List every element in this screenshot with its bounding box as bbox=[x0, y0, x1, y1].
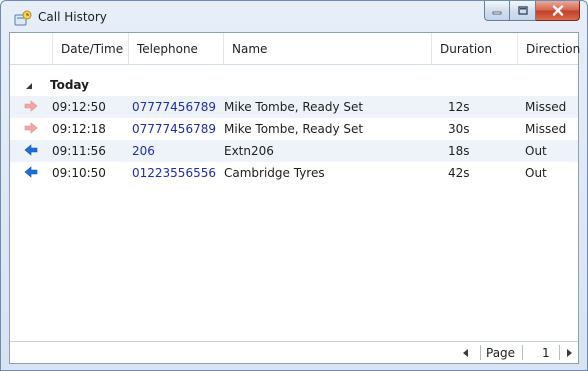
call-time: 09:11:56 bbox=[52, 144, 106, 158]
pager-divider bbox=[559, 345, 560, 360]
call-row[interactable]: 09:11:56 206 Extn206 18s Out bbox=[10, 140, 578, 162]
page-number: 1 bbox=[542, 346, 550, 360]
column-header-name[interactable]: Name bbox=[224, 33, 432, 65]
call-time: 09:10:50 bbox=[52, 166, 106, 180]
column-header-icon[interactable] bbox=[10, 33, 53, 65]
call-name: Cambridge Tyres bbox=[224, 166, 325, 180]
previous-page-button[interactable] bbox=[456, 342, 476, 363]
call-time: 09:12:50 bbox=[52, 100, 106, 114]
call-telephone[interactable]: 07777456789 bbox=[132, 100, 216, 114]
call-duration: 30s bbox=[448, 122, 470, 136]
outgoing-call-arrow-icon bbox=[24, 166, 38, 178]
call-duration: 42s bbox=[448, 166, 470, 180]
minimize-button[interactable] bbox=[484, 1, 510, 21]
call-duration: 12s bbox=[448, 100, 470, 114]
next-page-button[interactable] bbox=[561, 342, 577, 363]
pager-divider bbox=[522, 345, 523, 360]
chevron-right-icon bbox=[567, 348, 572, 357]
window-title: Call History bbox=[38, 10, 107, 24]
call-list[interactable]: Date/Time Telephone Name Duration Direct… bbox=[9, 32, 580, 364]
call-name: Extn206 bbox=[224, 144, 274, 158]
group-label: Today bbox=[50, 78, 89, 92]
missed-call-arrow-icon bbox=[24, 100, 38, 112]
call-history-window: Call History Date/Time Telephone Name Du… bbox=[0, 0, 588, 371]
column-header-row: Date/Time Telephone Name Duration Direct… bbox=[10, 33, 580, 65]
close-button[interactable] bbox=[536, 1, 580, 21]
call-telephone[interactable]: 07777456789 bbox=[132, 122, 216, 136]
call-direction: Out bbox=[525, 144, 547, 158]
title-bar[interactable]: Call History bbox=[1, 1, 587, 32]
call-time: 09:12:18 bbox=[52, 122, 106, 136]
group-header-today[interactable]: Today bbox=[10, 77, 578, 95]
call-name: Mike Tombe, Ready Set bbox=[224, 100, 364, 114]
column-header-direction[interactable]: Direction bbox=[518, 33, 580, 65]
call-direction: Out bbox=[525, 166, 547, 180]
chevron-left-icon bbox=[463, 348, 468, 357]
minimize-icon bbox=[492, 11, 502, 14]
column-header-duration[interactable]: Duration bbox=[432, 33, 518, 65]
caption-buttons bbox=[484, 1, 580, 21]
pager-bar: Page 1 bbox=[10, 341, 578, 363]
missed-call-arrow-icon bbox=[24, 122, 38, 134]
call-telephone[interactable]: 01223556556 bbox=[132, 166, 216, 180]
outgoing-call-arrow-icon bbox=[24, 144, 38, 156]
maximize-icon bbox=[517, 6, 528, 15]
call-direction: Missed bbox=[525, 122, 567, 136]
call-telephone[interactable]: 206 bbox=[132, 144, 155, 158]
phone-history-icon bbox=[14, 10, 32, 26]
page-label: Page bbox=[486, 346, 516, 360]
close-icon bbox=[552, 5, 563, 16]
call-direction: Missed bbox=[525, 100, 567, 114]
call-row[interactable]: 09:10:50 01223556556 Cambridge Tyres 42s… bbox=[10, 162, 578, 184]
maximize-button[interactable] bbox=[510, 1, 536, 21]
column-header-telephone[interactable]: Telephone bbox=[129, 33, 224, 65]
call-name: Mike Tombe, Ready Set bbox=[224, 122, 364, 136]
call-row[interactable]: 09:12:50 07777456789 Mike Tombe, Ready S… bbox=[10, 96, 578, 118]
call-row[interactable]: 09:12:18 07777456789 Mike Tombe, Ready S… bbox=[10, 118, 578, 140]
call-duration: 18s bbox=[448, 144, 470, 158]
column-header-datetime[interactable]: Date/Time bbox=[53, 33, 129, 65]
pager-divider bbox=[480, 345, 481, 360]
collapse-triangle-icon[interactable] bbox=[24, 81, 34, 91]
